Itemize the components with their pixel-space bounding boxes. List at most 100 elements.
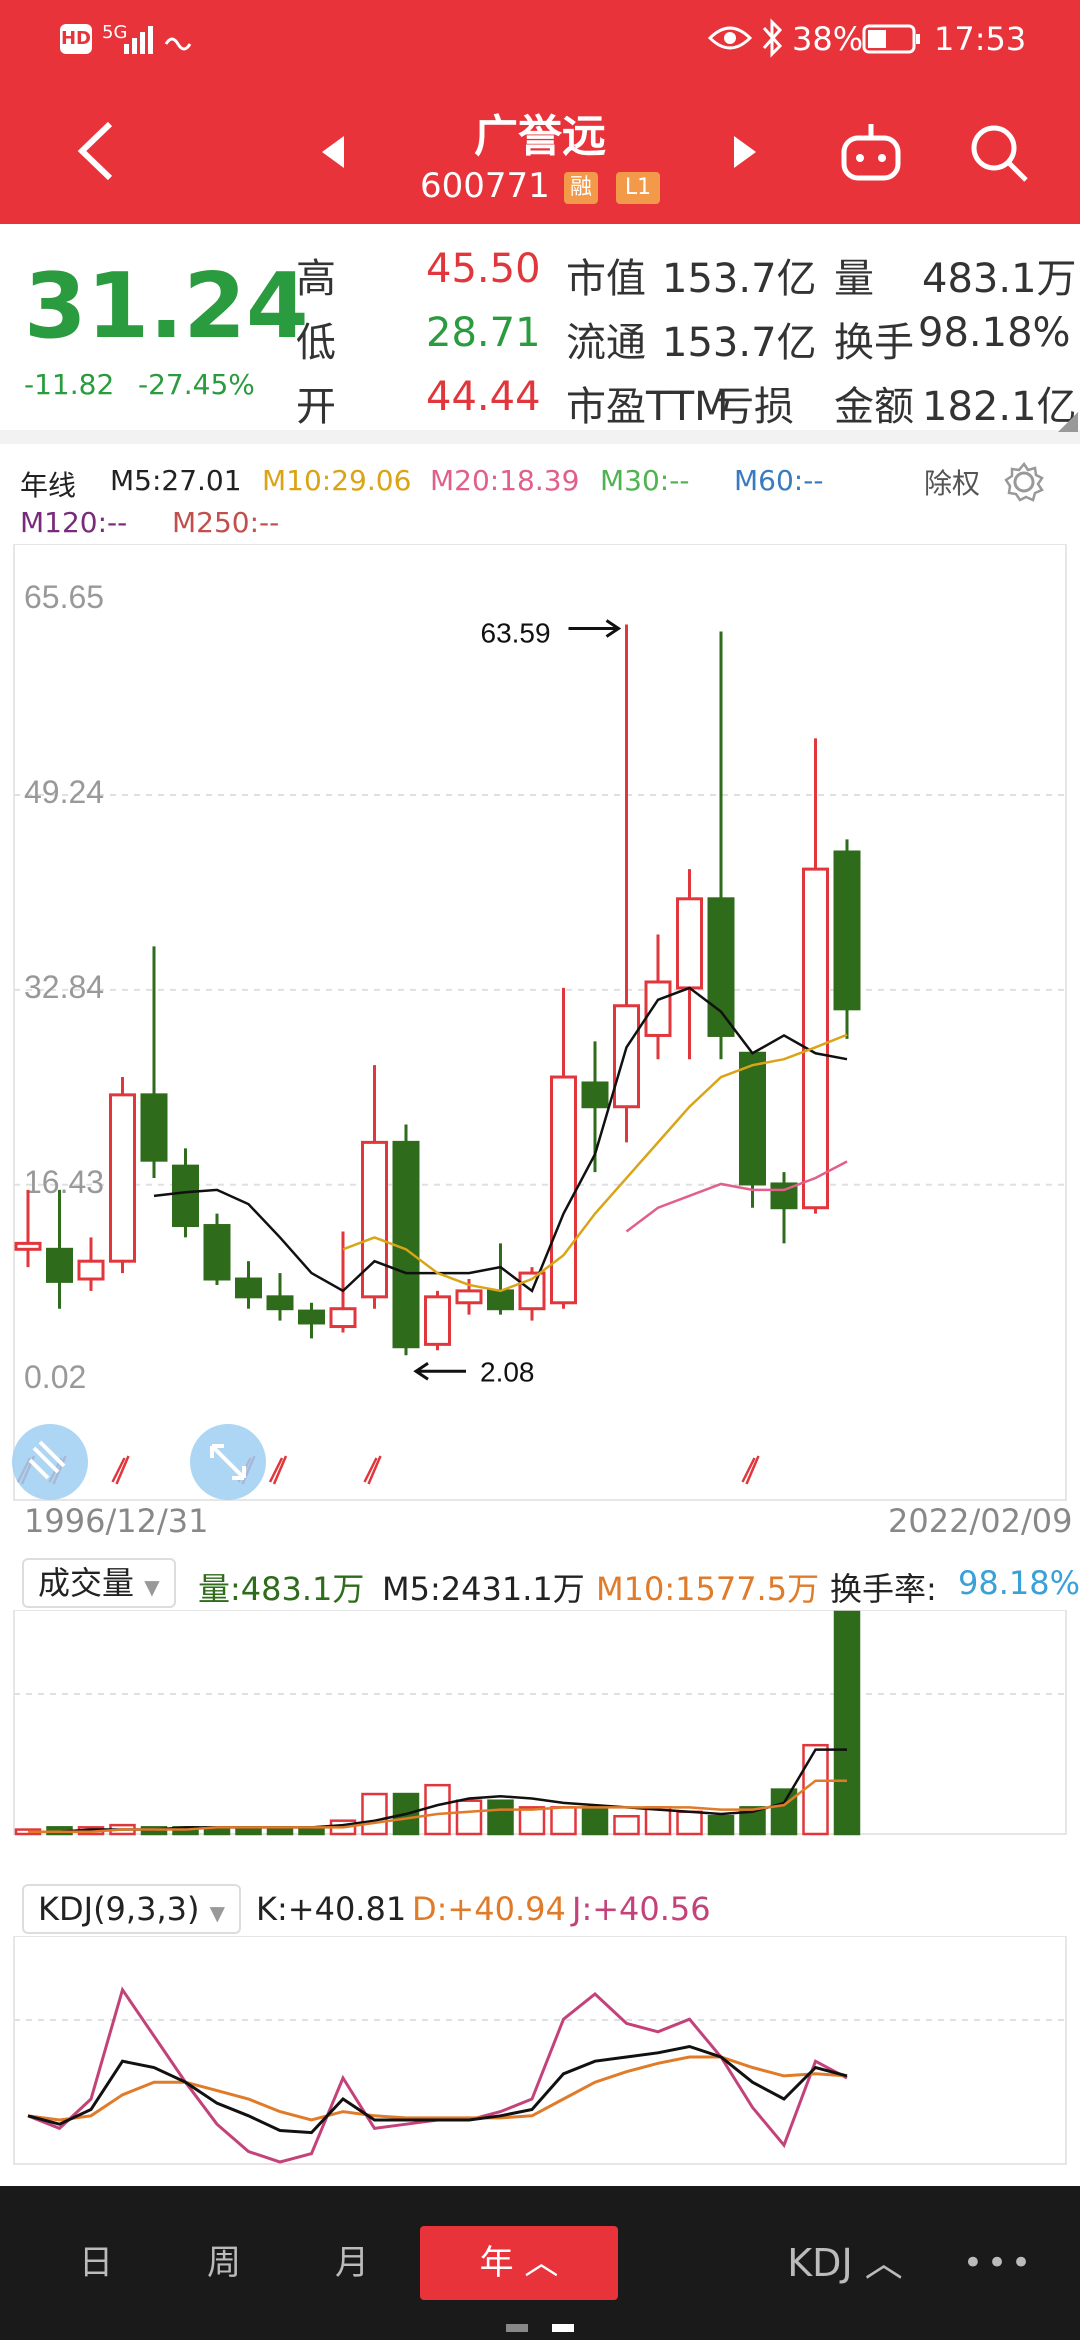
candle-up [802, 738, 829, 1214]
volume-indicator-dropdown[interactable]: 成交量 ▼ [22, 1558, 176, 1608]
y-tick-label: 16.43 [24, 1164, 104, 1200]
candle-body [581, 1081, 609, 1109]
zoom-out-button[interactable] [12, 1424, 88, 1500]
ma20-legend: M20:18.39 [430, 464, 580, 497]
candle-down [392, 1124, 420, 1356]
market-cap-label: 市值 [566, 256, 646, 302]
candle-up [109, 1077, 136, 1274]
candle-body [140, 1093, 168, 1162]
ex-rights-marker-icon [268, 1455, 288, 1485]
search-icon[interactable] [966, 120, 1032, 186]
volume-dropdown-label: 成交量 [38, 1564, 135, 1602]
candle-up [361, 1065, 388, 1309]
candle-body [644, 980, 672, 1037]
candle-body [298, 1309, 325, 1325]
candle-body [707, 897, 735, 1037]
candle-up [14, 1189, 42, 1268]
kdj-k-value: K:+40.81 [256, 1890, 407, 1928]
volume-bar-up [518, 1806, 546, 1836]
more-menu-button[interactable]: ••• [944, 2226, 1054, 2300]
corner-triangle-icon [1058, 412, 1078, 432]
settings-gear-icon[interactable] [1004, 462, 1044, 502]
candle-down [707, 631, 735, 1060]
candle-body [739, 1051, 766, 1186]
volume-bar-up [613, 1814, 640, 1836]
level-tag: L1 [616, 172, 660, 204]
stock-code: 600771 [420, 166, 550, 206]
high-value: 45.50 [426, 246, 541, 292]
candle-body [266, 1295, 294, 1311]
kdj-dropdown-label: KDJ(9,3,3) [38, 1890, 200, 1928]
candle-body [109, 1093, 136, 1263]
candle-down [140, 946, 168, 1179]
y-tick-label: 65.65 [24, 579, 104, 615]
candle-down [298, 1302, 325, 1339]
low-label: 低 [296, 320, 336, 366]
volume-bar-up [550, 1806, 577, 1836]
candle-up [77, 1237, 105, 1291]
candle-body [172, 1164, 199, 1228]
price-change-pct: -27.45% [138, 368, 255, 401]
volume-bar-down [770, 1788, 798, 1836]
ma250-legend: M250:-- [172, 506, 280, 539]
ma60-legend: M60:-- [734, 464, 824, 497]
float-cap-value: 153.7亿 [662, 320, 817, 366]
volume-bar-up [802, 1743, 829, 1836]
battery-icon [862, 24, 920, 54]
chevron-down-icon: ▼ [144, 1575, 160, 1599]
volume-bar-down [707, 1814, 735, 1836]
ma10-legend: M10:29.06 [262, 464, 412, 497]
adjust-button[interactable]: 除权 [924, 462, 980, 502]
kdj-indicator-tab[interactable]: KDJ ︿ [770, 2226, 920, 2300]
kdj-chart[interactable] [0, 1936, 1080, 2166]
volume-bar-down [487, 1799, 514, 1836]
amount-value: 182.1亿 [922, 384, 1077, 430]
candle-body [235, 1277, 262, 1299]
next-stock-icon[interactable] [730, 134, 760, 170]
candlestick-chart[interactable]: 65.65 49.24 32.84 16.43 0.02 63.59 2.08 [0, 544, 1080, 1504]
amount-label: 金额 [834, 384, 914, 430]
bluetooth-icon [762, 18, 783, 58]
ma120-legend: M120:-- [20, 506, 128, 539]
kdj-k-line [27, 2044, 848, 2135]
robot-icon[interactable] [838, 120, 904, 186]
min-arrow-icon [413, 1362, 466, 1381]
tab-year[interactable]: 年 ︿ [420, 2226, 618, 2300]
volume-bar-up [424, 1783, 451, 1836]
candle-down [46, 1189, 73, 1309]
zoom-in-button[interactable] [190, 1424, 266, 1500]
turnover-rate-value: 98.18% [958, 1564, 1080, 1602]
volume-value: 483.1万 [922, 256, 1077, 302]
stock-name: 广誉远 [474, 111, 606, 162]
y-tick-label: 32.84 [24, 969, 104, 1005]
tab-month[interactable]: 月 [292, 2226, 412, 2300]
tab-week[interactable]: 周 [164, 2226, 284, 2300]
candle-body [802, 867, 829, 1210]
price-change: -11.82 [24, 368, 115, 401]
open-label: 开 [296, 384, 336, 430]
turnover-value: 98.18% [918, 310, 1071, 356]
app-header: HD 5G 38% 17:53 广誉远 600771 融 L1 [0, 0, 1080, 224]
volume-label: 量 [834, 256, 874, 302]
quote-panel: 31.24 -11.82 -27.45% 高 45.50 市值 153.7亿 量… [0, 224, 1080, 444]
volume-bar-down [833, 1610, 861, 1836]
chart-frame [13, 544, 1067, 1501]
min-price-label: 2.08 [480, 1356, 535, 1387]
kdj-j-value: J:+40.56 [572, 1890, 711, 1928]
clock: 17:53 [934, 20, 1027, 58]
kdj-indicator-dropdown[interactable]: KDJ(9,3,3) ▼ [22, 1884, 242, 1934]
hd-badge: HD [60, 24, 92, 54]
candle-down [739, 1051, 766, 1208]
last-price: 31.24 [24, 254, 309, 359]
candle-body [550, 1075, 577, 1305]
ma5-legend: M5:27.01 [110, 464, 242, 497]
candle-body [46, 1247, 73, 1283]
y-tick-label: 0.02 [24, 1359, 86, 1395]
pe-value: 亏损 [714, 384, 794, 430]
page-indicator-dot [506, 2324, 528, 2332]
candle-up [518, 1267, 546, 1321]
tab-day[interactable]: 日 [36, 2226, 156, 2300]
volume-chart[interactable] [0, 1610, 1080, 1844]
kdj-frame [13, 1936, 1067, 2165]
eye-icon [708, 26, 752, 50]
